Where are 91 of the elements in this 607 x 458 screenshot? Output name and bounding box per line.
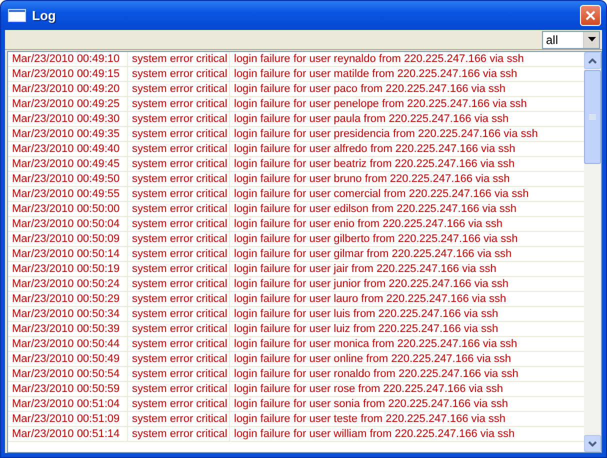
time-cell: Mar/23/2010 00:50:19 xyxy=(8,262,128,276)
time-cell: Mar/23/2010 00:50:54 xyxy=(8,367,128,381)
message-cell-text: login failure for user gilmar from 220.225.247.166 via ssh xyxy=(233,247,513,261)
grip-icon xyxy=(589,114,596,120)
time-cell: Mar/23/2010 00:50:49 xyxy=(8,352,128,366)
time-cell: Mar/23/2010 00:51:14 xyxy=(8,427,128,441)
message-cell-text: login failure for user junior from 220.225.247.166 via ssh xyxy=(233,277,510,291)
topics-cell: system error critical xyxy=(128,427,230,441)
time-cell: Mar/23/2010 00:50:34 xyxy=(8,307,128,321)
message-cell-text: login failure for user monica from 220.225.247.166 via ssh xyxy=(233,337,518,351)
message-cell-text: login failure for user edilson from 220.225.247.166 via ssh xyxy=(233,202,518,216)
topics-cell: system error critical xyxy=(128,232,230,246)
message-cell-text: login failure for user jair from 220.225.247.166 via ssh xyxy=(233,262,498,276)
message-cell-text: login failure for user penelope from 220.225.247.166 via ssh xyxy=(233,97,528,111)
topics-cell: system error critical xyxy=(128,262,230,276)
topics-cell: system error critical xyxy=(128,67,230,81)
time-cell: Mar/23/2010 00:49:40 xyxy=(8,142,128,156)
time-cell: Mar/23/2010 00:50:39 xyxy=(8,322,128,336)
time-cell: Mar/23/2010 00:49:25 xyxy=(8,97,128,111)
message-cell-text: login failure for user comercial from 220.225.247.166 via ssh xyxy=(233,187,530,201)
message-cell-text: login failure for user presidencia from 220.225.247.166 via ssh xyxy=(233,127,539,141)
time-cell: Mar/23/2010 00:49:50 xyxy=(8,172,128,186)
time-cell: Mar/23/2010 00:49:30 xyxy=(8,112,128,126)
chevron-down-icon xyxy=(588,440,597,446)
time-cell: Mar/23/2010 00:51:09 xyxy=(8,412,128,426)
message-cell-text: login failure for user paula from 220.225.247.166 via ssh xyxy=(233,112,510,126)
message-cell-text: login failure for user lauro from 220.225.247.166 via ssh xyxy=(233,292,508,306)
topics-cell: system error critical xyxy=(128,277,230,291)
topics-cell: system error critical xyxy=(128,112,230,126)
chevron-up-icon xyxy=(588,58,597,64)
message-cell-text: login failure for user rose from 220.225.247.166 via ssh xyxy=(233,382,504,396)
message-cell-text: login failure for user paco from 220.225.247.166 via ssh xyxy=(233,82,506,96)
time-cell: Mar/23/2010 00:50:59 xyxy=(8,382,128,396)
time-cell: Mar/23/2010 00:50:04 xyxy=(8,217,128,231)
message-cell-text: login failure for user gilberto from 220.225.247.166 via ssh xyxy=(233,232,519,246)
time-cell: Mar/23/2010 00:50:44 xyxy=(8,337,128,351)
topics-cell: system error critical xyxy=(128,352,230,366)
close-button[interactable] xyxy=(580,5,601,26)
message-cell-text: login failure for user luis from 220.225.247.166 via ssh xyxy=(233,307,500,321)
message-cell-text: login failure for user matilde from 220.225.247.166 via ssh xyxy=(233,67,518,81)
time-cell: Mar/23/2010 00:49:10 xyxy=(8,52,128,66)
topics-cell: system error critical xyxy=(128,292,230,306)
message-cell-text: login failure for user enio from 220.225.247.166 via ssh xyxy=(233,217,504,231)
topics-cell: system error critical xyxy=(128,247,230,261)
time-cell: Mar/23/2010 00:49:55 xyxy=(8,187,128,201)
topics-cell: system error critical xyxy=(128,322,230,336)
scroll-thumb[interactable] xyxy=(584,70,601,164)
topics-cell: system error critical xyxy=(128,157,230,171)
time-cell: Mar/23/2010 00:49:35 xyxy=(8,127,128,141)
topics-cell: system error critical xyxy=(128,142,230,156)
message-cell-text: login failure for user luiz from 220.225.247.166 via ssh xyxy=(233,322,500,336)
time-cell: Mar/23/2010 00:50:09 xyxy=(8,232,128,246)
topics-cell: system error critical xyxy=(128,337,230,351)
message-cell-text: login failure for user william from 220.225.247.166 via ssh xyxy=(233,427,516,441)
time-cell: Mar/23/2010 00:50:00 xyxy=(8,202,128,216)
scrollbar[interactable] xyxy=(584,52,601,452)
time-cell: Mar/23/2010 00:49:20 xyxy=(8,82,128,96)
topics-cell: system error critical xyxy=(128,412,230,426)
message-cell-text: login failure for user beatriz from 220.225.247.166 via ssh xyxy=(233,157,516,171)
time-cell: Mar/23/2010 00:51:04 xyxy=(8,397,128,411)
time-cell: Mar/23/2010 00:50:14 xyxy=(8,247,128,261)
window-title: Log xyxy=(32,8,57,23)
time-cell: Mar/23/2010 00:50:24 xyxy=(8,277,128,291)
topics-cell: system error critical xyxy=(128,382,230,396)
caret-icon xyxy=(588,37,596,42)
topics-cell: system error critical xyxy=(128,397,230,411)
message-cell-text: login failure for user reynaldo from 220.225.247.166 via ssh xyxy=(233,52,525,66)
message-cell-text: login failure for user sonia from 220.225.247.166 via ssh xyxy=(233,397,509,411)
message-cell-text: login failure for user teste from 220.225.247.166 via ssh xyxy=(233,412,506,426)
message-cell-text: login failure for user ronaldo from 220.225.247.166 via ssh xyxy=(233,367,520,381)
topics-cell: system error critical xyxy=(128,217,230,231)
window-icon xyxy=(8,9,26,22)
topics-cell: system error critical xyxy=(128,187,230,201)
scroll-up-button[interactable] xyxy=(584,52,601,69)
time-cell: Mar/23/2010 00:50:29 xyxy=(8,292,128,306)
topics-cell: system error critical xyxy=(128,307,230,321)
time-cell: Mar/23/2010 00:49:15 xyxy=(8,67,128,81)
message-cell-text: login failure for user bruno from 220.225.247.166 via ssh xyxy=(233,172,511,186)
message-cell-text: login failure for user alfredo from 220.225.247.166 via ssh xyxy=(233,142,516,156)
filter-dropdown[interactable]: all xyxy=(542,30,600,48)
scroll-down-button[interactable] xyxy=(584,435,601,452)
topics-cell: system error critical xyxy=(128,82,230,96)
time-cell: Mar/23/2010 00:49:45 xyxy=(8,157,128,171)
topics-cell: system error critical xyxy=(128,52,230,66)
topics-cell: system error critical xyxy=(128,127,230,141)
topics-cell: system error critical xyxy=(128,97,230,111)
message-cell-text: login failure for user online from 220.225.247.166 via ssh xyxy=(233,352,512,366)
topics-cell: system error critical xyxy=(128,172,230,186)
topics-cell: system error critical xyxy=(128,367,230,381)
topics-cell: system error critical xyxy=(128,202,230,216)
close-icon xyxy=(585,10,596,21)
